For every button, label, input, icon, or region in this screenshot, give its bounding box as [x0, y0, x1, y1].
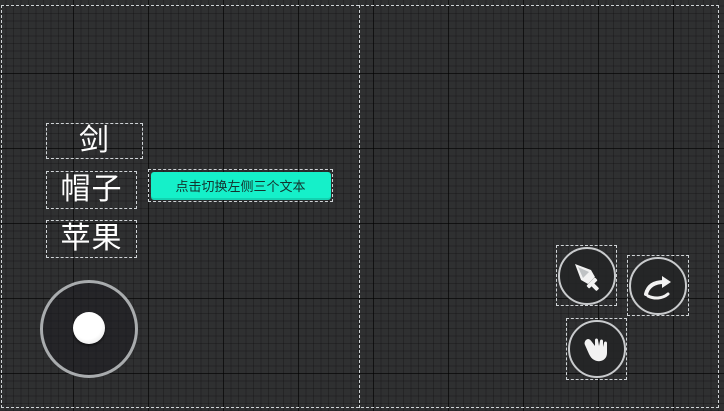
- jump-button[interactable]: [627, 255, 689, 316]
- jump-arrow-icon: [644, 275, 671, 300]
- attack-button-circle[interactable]: [557, 246, 616, 305]
- center-divider: [359, 5, 360, 408]
- text-label-3-content: 苹果: [60, 221, 123, 256]
- switch-text-button-face[interactable]: 点击切换左侧三个文本: [150, 171, 331, 200]
- grab-button-circle[interactable]: [567, 320, 626, 378]
- text-label-1: 剑: [46, 123, 143, 159]
- switch-text-button-label: 点击切换左侧三个文本: [175, 180, 306, 195]
- hand-icon: [584, 338, 607, 362]
- switch-text-button[interactable]: 点击切换左侧三个文本: [148, 169, 333, 202]
- grab-button[interactable]: [566, 318, 627, 380]
- text-label-1-content: 剑: [79, 123, 110, 158]
- text-label-3: 苹果: [46, 220, 137, 258]
- attack-button[interactable]: [556, 245, 617, 306]
- sword-icon: [574, 263, 599, 291]
- joystick-knob[interactable]: [73, 312, 105, 344]
- text-label-2: 帽子: [46, 171, 137, 209]
- text-label-2-content: 帽子: [60, 172, 123, 207]
- jump-button-circle[interactable]: [629, 256, 687, 315]
